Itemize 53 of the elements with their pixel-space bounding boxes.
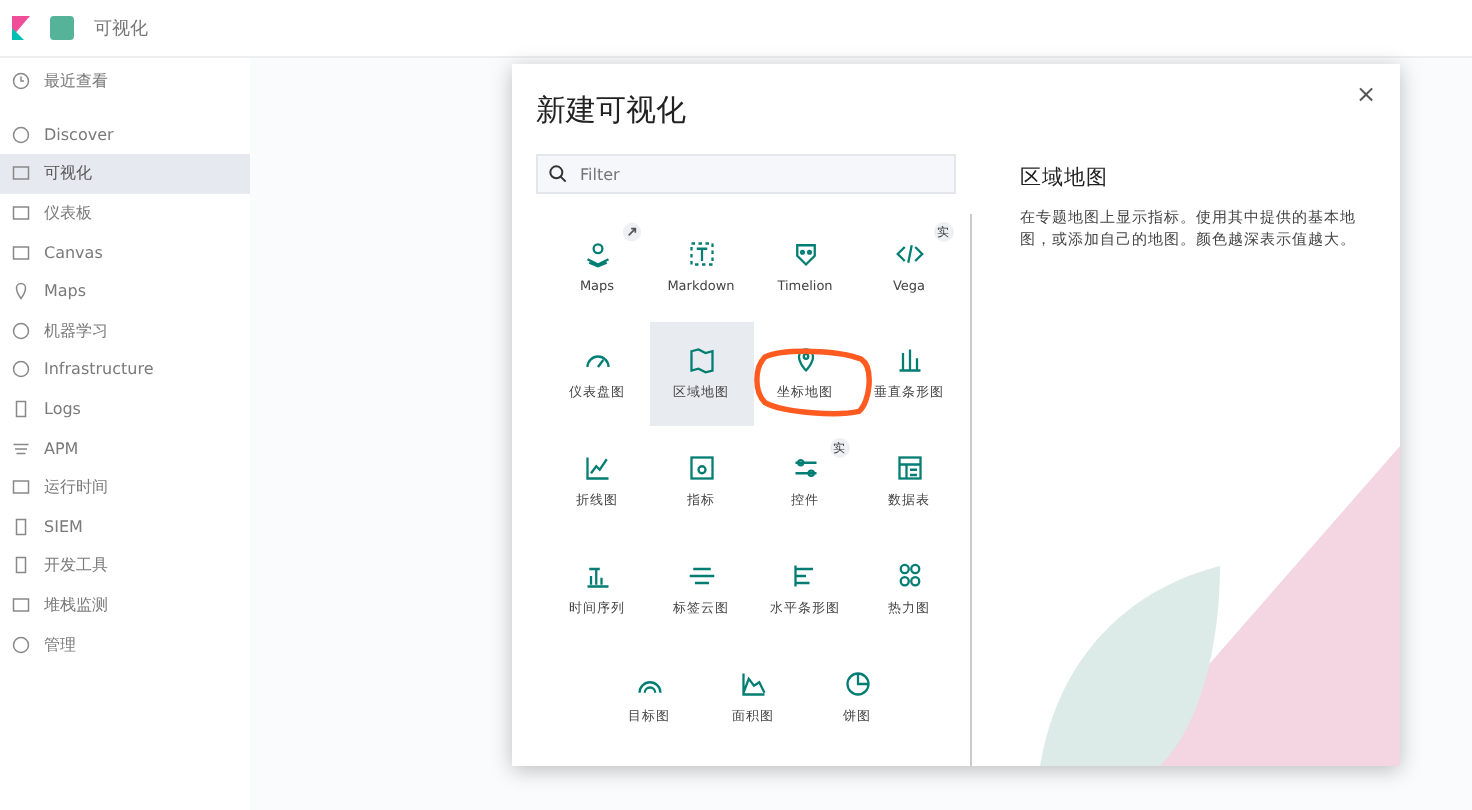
line-icon [583,454,611,482]
description-title: 区域地图 [1020,164,1110,192]
nav-icon [12,125,30,144]
sidebar-item[interactable]: 机器学习 [0,311,250,351]
metric-icon [687,454,715,482]
nav-icon [12,243,30,262]
sidebar-item[interactable]: 仪表板 [0,193,250,233]
modal-title: 新建可视化 [536,92,688,130]
sidebar-item[interactable]: 开发工具 [0,546,250,586]
nav-icon [12,321,30,340]
sidebar-item[interactable]: Discover [0,115,250,155]
code-icon [895,239,923,267]
nav-icon [12,204,30,223]
tsvb-icon [583,562,611,590]
sidebar-item[interactable]: 管理 [0,624,250,664]
sidebar-item[interactable]: Maps [0,271,250,312]
nav-icon [12,517,30,536]
sidebar-item[interactable]: SIEM [0,507,250,547]
nav-icon [12,282,30,301]
nav-icon [12,400,30,419]
filter-field[interactable]: Filter [536,154,956,194]
nav-icon [12,556,30,575]
nav-icon [12,596,30,615]
nav-icon [12,439,30,458]
nav-icon [12,478,30,497]
nav-icon [12,164,30,183]
sidebar-item[interactable]: Infrastructure [0,350,250,390]
sidebar-item[interactable]: 可视化 [0,154,250,194]
area-icon [739,670,767,698]
sidebar-item[interactable]: APM [0,428,250,468]
heat-icon [895,562,923,590]
sidebar-item[interactable]: 堆栈监测 [0,585,250,625]
map-icon [583,239,611,267]
sidebar-item[interactable]: 最近查看 [0,62,250,102]
nav-icon [12,360,30,379]
cloud-icon [687,562,715,590]
region-icon [687,346,715,374]
vbar-icon [895,346,923,374]
markdown-icon [687,239,715,267]
breadcrumb: 可视化 [94,17,148,41]
pie-icon [843,670,871,698]
search-icon [548,164,568,184]
hbar-icon [791,562,819,590]
timelion-icon [791,239,819,267]
table-icon [895,454,923,482]
sidebar-item[interactable]: Logs [0,389,250,429]
nav-icon [12,635,30,654]
clock-icon [12,72,30,91]
sidebar-item[interactable]: Canvas [0,232,250,272]
controls-icon [791,454,819,482]
sidebar-item[interactable]: 运行时间 [0,467,250,508]
logo-icon[interactable] [12,16,30,40]
close-button[interactable]: × [1351,76,1380,112]
